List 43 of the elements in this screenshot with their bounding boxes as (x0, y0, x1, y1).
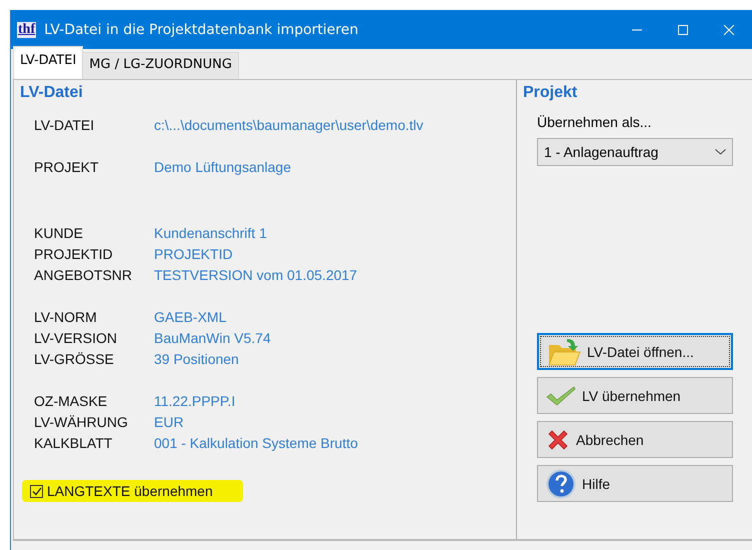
field-label: KALKBLATT (34, 434, 114, 450)
section-heading: LV-Datei (20, 84, 84, 102)
field-value: Kundenanschrift 1 (154, 224, 267, 240)
section-heading: Projekt (523, 84, 578, 102)
close-icon (546, 428, 570, 452)
field-value: Demo Lüftungsanlage (154, 158, 291, 174)
button[interactable]: LV übernehmen (537, 377, 733, 414)
button[interactable]: Abbrechen (537, 421, 733, 458)
field-value: c:\...\documents\baumanager\user\demo.tlv (154, 116, 424, 132)
field-value: 11.22.PPPP.I (154, 392, 236, 408)
window-title: LV-Datei in die Projektdatenbank importieren (44, 22, 360, 38)
button[interactable]: LV-Datei öffnen... (537, 333, 733, 370)
folder-icon (547, 336, 581, 366)
field-value: BauManWin V5.74 (154, 330, 271, 346)
app-icon: thf (17, 22, 36, 38)
tab[interactable]: MG / LG-ZUORDNUNG (82, 52, 239, 79)
button[interactable]: Hilfe (537, 465, 733, 502)
field-label: LV-GRÖSSE (34, 350, 115, 366)
field-value: 39 Positionen (154, 350, 239, 366)
field-value: PROJEKTID (154, 246, 233, 262)
help-icon (546, 468, 576, 498)
field-value: GAEB-XML (154, 308, 226, 324)
field-label: PROJEKT (34, 158, 100, 174)
checkbox-label: LANGTEXTE übernehmen (47, 483, 213, 499)
close-icon[interactable] (724, 24, 734, 34)
field-label: LV-NORM (34, 308, 98, 324)
field-label: KUNDE (34, 224, 84, 240)
chevron-down-icon (715, 149, 726, 155)
field-label: OZ-MASKE (34, 392, 108, 408)
field-label: LV-VERSION (34, 330, 118, 346)
field-label: LV-DATEI (34, 116, 96, 132)
field-value: 001 - Kalkulation Systeme Brutto (154, 434, 358, 450)
dropdown-label: Übernehmen als... (537, 114, 652, 130)
field-label: LV-WÄHRUNG (34, 414, 129, 430)
field-label: ANGEBOTSNR (34, 266, 134, 282)
field-label: PROJEKTID (34, 246, 114, 262)
field-value: TESTVERSION vom 01.05.2017 (154, 266, 358, 282)
checkmark-icon (546, 386, 576, 406)
dropdown[interactable]: 1 - Anlagenauftrag (537, 138, 733, 166)
checkbox[interactable] (30, 484, 43, 498)
maximize-icon[interactable] (678, 24, 688, 34)
field-value: EUR (154, 414, 184, 430)
tab[interactable]: LV-DATEI (13, 46, 84, 79)
